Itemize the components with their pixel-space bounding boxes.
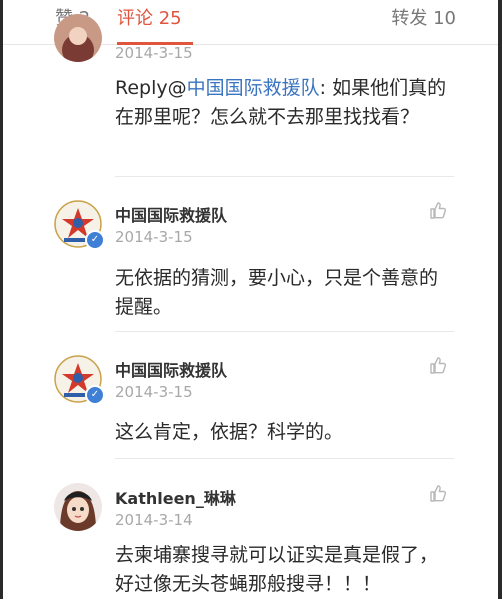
comment-username[interactable]: Kathleen_琳琳	[115, 485, 236, 509]
comment-username[interactable]: 中国国际救援队	[115, 202, 227, 226]
like-icon[interactable]	[428, 355, 448, 375]
comment-text: 去柬埔寨搜寻就可以证实是真是假了，好过像无头苍蝇那般搜寻！！！	[115, 544, 439, 595]
comment-date: 2014-3-15	[115, 228, 193, 246]
window-border-right	[498, 0, 502, 599]
comment-username[interactable]: 中国国际救援队	[115, 357, 227, 381]
reply-prefix: Reply@	[115, 77, 187, 99]
avatar[interactable]	[54, 483, 102, 531]
mention-link[interactable]: 中国国际救援队	[187, 77, 320, 99]
comment-text: 无依据的猜测，要小心，只是个善意的提醒。	[115, 267, 439, 318]
like-icon[interactable]	[428, 483, 448, 503]
avatar[interactable]: ✓	[54, 200, 105, 250]
comment-date: 2014-3-14	[115, 511, 193, 529]
comment-text: Reply@中国国际救援队: 如果他们真的在那里呢？怎么就不去那里找找看？	[115, 74, 453, 132]
comment-divider	[115, 458, 454, 459]
window-border-left	[0, 0, 3, 599]
tab-reposts[interactable]: 转发 10	[391, 4, 456, 30]
comment-date: 2014-3-15	[115, 44, 193, 62]
avatar[interactable]: ✓	[54, 355, 105, 405]
comment-text: 这么肯定，依据？科学的。	[115, 421, 344, 443]
comment-divider	[115, 331, 454, 332]
verified-badge-icon: ✓	[85, 385, 105, 405]
verified-badge-icon: ✓	[85, 230, 105, 250]
like-icon[interactable]	[428, 200, 448, 220]
comment-divider	[115, 176, 454, 177]
avatar[interactable]	[54, 14, 102, 62]
comment-date: 2014-3-15	[115, 383, 193, 401]
tab-comments[interactable]: 评论 25	[117, 4, 182, 30]
